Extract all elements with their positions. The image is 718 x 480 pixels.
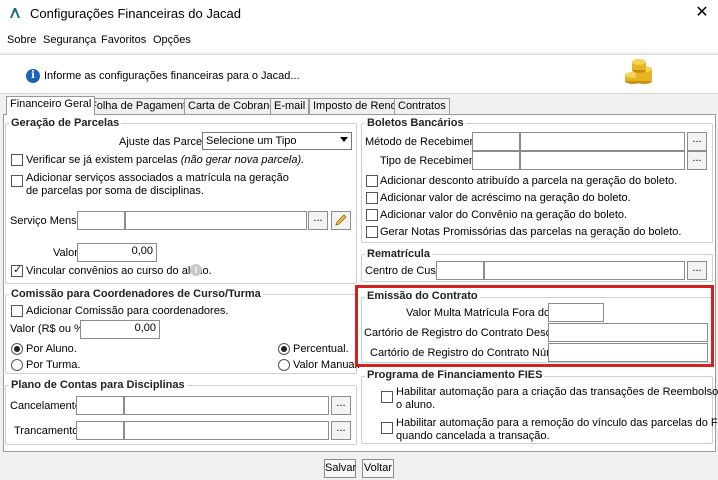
por-turma-label: Por Turma. xyxy=(26,359,81,371)
cancelamento-search-button[interactable]: ... xyxy=(331,396,351,415)
valor-input[interactable]: 0,00 xyxy=(77,243,157,262)
trancamento-code-input[interactable] xyxy=(76,421,124,440)
boleto-desconto-checkbox[interactable] xyxy=(366,175,378,187)
por-aluno-label: Por Aluno. xyxy=(26,343,77,355)
centro-custo-code-input[interactable] xyxy=(436,261,484,280)
metodo-search-button[interactable]: ... xyxy=(687,132,707,151)
menu-sobre[interactable]: Sobre xyxy=(7,34,36,46)
group-title: Comissão para Coordenadores de Curso/Tur… xyxy=(9,288,263,300)
help-icon[interactable]: i xyxy=(190,264,202,276)
adicionar-servicos-label-2: de parcelas por soma de disciplinas. xyxy=(26,185,204,197)
tab-financeiro-geral[interactable]: Financeiro Geral xyxy=(6,96,96,115)
fies-reembolso-label-2: o aluno. xyxy=(396,399,436,411)
info-text: Informe as configurações financeiras par… xyxy=(44,70,300,82)
app-logo-icon xyxy=(8,6,22,20)
percentual-label: Percentual. xyxy=(293,343,349,355)
info-icon: i xyxy=(26,69,40,83)
ajuste-select[interactable]: Selecione um Tipo xyxy=(202,132,352,150)
group-title: Rematrícula xyxy=(365,248,432,260)
comissao-valor-label: Valor (R$ ou %): xyxy=(10,323,91,335)
verificar-label: Verificar se já existem parcelas (não ge… xyxy=(26,154,305,166)
tipo-code-input[interactable] xyxy=(472,151,520,170)
boleto-acrescimo-label: Adicionar valor de acréscimo na geração … xyxy=(380,192,631,204)
back-button[interactable]: Voltar xyxy=(362,459,394,478)
comissao-label: Adicionar Comissão para coordenadores. xyxy=(26,305,229,317)
centro-custo-desc-input[interactable] xyxy=(484,261,685,280)
group-title: Plano de Contas para Disciplinas xyxy=(9,379,187,391)
metodo-code-input[interactable] xyxy=(472,132,520,151)
coins-icon xyxy=(622,58,654,86)
verificar-checkbox[interactable] xyxy=(11,154,23,166)
fies-reembolso-checkbox[interactable] xyxy=(381,391,393,403)
menu-seguranca[interactable]: Segurança xyxy=(43,34,96,46)
percentual-radio[interactable] xyxy=(278,343,290,355)
menu-favoritos[interactable]: Favoritos xyxy=(101,34,146,46)
comissao-checkbox[interactable] xyxy=(11,305,23,317)
tipo-search-button[interactable]: ... xyxy=(687,151,707,170)
fies-reembolso-label-1: Habilitar automação para a criação das t… xyxy=(396,386,718,398)
cancelamento-desc-input[interactable] xyxy=(124,396,329,415)
tab-imposto-renda[interactable]: Imposto de Renda xyxy=(309,98,407,114)
fies-vinculo-checkbox[interactable] xyxy=(381,422,393,434)
ajuste-select-value: Selecione um Tipo xyxy=(206,135,297,147)
boleto-acrescimo-checkbox[interactable] xyxy=(366,192,378,204)
boleto-promissorias-checkbox[interactable] xyxy=(366,226,378,238)
tab-email[interactable]: E-mail xyxy=(270,98,310,114)
menu-opcoes[interactable]: Opções xyxy=(153,34,191,46)
servico-mensal-search-button[interactable]: ... xyxy=(308,211,328,230)
por-aluno-radio[interactable] xyxy=(11,343,23,355)
comissao-valor-input[interactable]: 0,00 xyxy=(80,320,160,339)
boleto-convenio-checkbox[interactable] xyxy=(366,209,378,221)
save-button[interactable]: Salvar xyxy=(324,459,356,478)
boleto-desconto-label: Adicionar desconto atribuído a parcela n… xyxy=(380,175,678,187)
window-title: Configurações Financeiras do Jacad xyxy=(30,6,242,21)
trancamento-search-button[interactable]: ... xyxy=(331,421,351,440)
tab-folha-pagamento[interactable]: Folha de Pagamento xyxy=(86,98,197,114)
metodo-desc-input[interactable] xyxy=(520,132,685,151)
centro-custo-search-button[interactable]: ... xyxy=(687,261,707,280)
adicionar-servicos-checkbox[interactable] xyxy=(11,175,23,187)
servico-mensal-desc-input[interactable] xyxy=(125,211,307,230)
por-turma-radio[interactable] xyxy=(11,359,23,371)
edit-icon[interactable] xyxy=(331,211,351,230)
vincular-label: Vincular convênios ao curso do aluno. xyxy=(26,265,212,277)
highlight-box xyxy=(355,285,714,367)
trancamento-label: Trancamento: xyxy=(14,425,82,437)
valor-manual-label: Valor Manual. xyxy=(293,359,361,371)
group-title: Geração de Parcelas xyxy=(9,117,122,129)
group-title: Boletos Bancários xyxy=(365,117,466,129)
vincular-checkbox[interactable] xyxy=(11,263,23,277)
fies-vinculo-label-1: Habilitar automação para a remoção do ví… xyxy=(396,417,718,429)
boleto-promissorias-label: Gerar Notas Promissórias das parcelas na… xyxy=(380,226,682,238)
tipo-desc-input[interactable] xyxy=(520,151,685,170)
group-title: Programa de Financiamento FIES xyxy=(365,369,545,381)
valor-manual-radio[interactable] xyxy=(278,359,290,371)
fies-vinculo-label-2: quando cancelada a transação. xyxy=(396,430,550,442)
cancelamento-label: Cancelamento: xyxy=(10,400,84,412)
chevron-down-icon xyxy=(340,137,348,142)
close-icon[interactable]: ✕ xyxy=(690,2,714,24)
cancelamento-code-input[interactable] xyxy=(76,396,124,415)
metodo-label: Método de Recebimento: xyxy=(365,136,488,148)
bottom-bar xyxy=(0,452,718,480)
boleto-convenio-label: Adicionar valor do Convênio na geração d… xyxy=(380,209,628,221)
tab-contratos[interactable]: Contratos xyxy=(394,98,450,114)
adicionar-servicos-label-1: Adicionar serviços associados a matrícul… xyxy=(26,172,289,184)
trancamento-desc-input[interactable] xyxy=(124,421,329,440)
servico-mensal-code-input[interactable] xyxy=(77,211,125,230)
